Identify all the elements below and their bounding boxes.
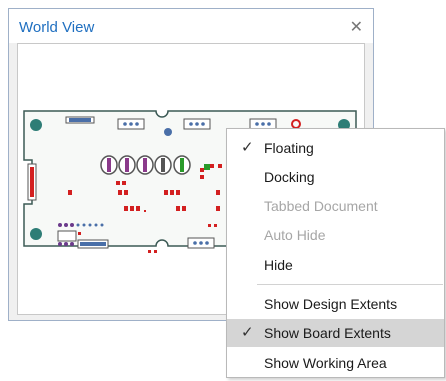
context-menu: ✓ Floating Docking Tabbed Document Auto …: [226, 128, 445, 378]
mounting-hole: [164, 128, 172, 136]
menu-item-label: Hide: [264, 257, 293, 273]
menu-item-label: Show Working Area: [264, 355, 387, 371]
menu-item-floating[interactable]: ✓ Floating: [227, 134, 444, 162]
menu-item-label: Show Design Extents: [264, 296, 398, 312]
menu-item-show-board-extents[interactable]: ✓ Show Board Extents: [227, 319, 444, 347]
menu-item-tabbed-document: Tabbed Document: [227, 192, 444, 220]
mounting-hole: [30, 228, 42, 240]
panel-title: World View: [19, 19, 95, 36]
menu-item-label: Auto Hide: [264, 227, 326, 243]
menu-item-label: Docking: [264, 169, 315, 185]
menu-item-show-design-extents[interactable]: Show Design Extents: [227, 290, 444, 318]
check-icon: ✓: [241, 139, 254, 156]
menu-item-hide[interactable]: Hide: [227, 251, 444, 279]
menu-item-auto-hide: Auto Hide: [227, 221, 444, 249]
capacitor-row: [100, 155, 191, 175]
close-icon[interactable]: ✕: [350, 17, 363, 37]
menu-item-docking[interactable]: Docking: [227, 163, 444, 191]
menu-item-label: Floating: [264, 140, 314, 156]
menu-item-label: Tabbed Document: [264, 198, 378, 214]
mounting-hole: [30, 119, 42, 131]
menu-separator: [257, 284, 443, 285]
menu-item-label: Show Board Extents: [264, 325, 391, 341]
check-icon: ✓: [241, 324, 254, 341]
menu-item-show-working-area[interactable]: Show Working Area: [227, 349, 444, 377]
panel-header[interactable]: World View ✕: [9, 9, 373, 43]
